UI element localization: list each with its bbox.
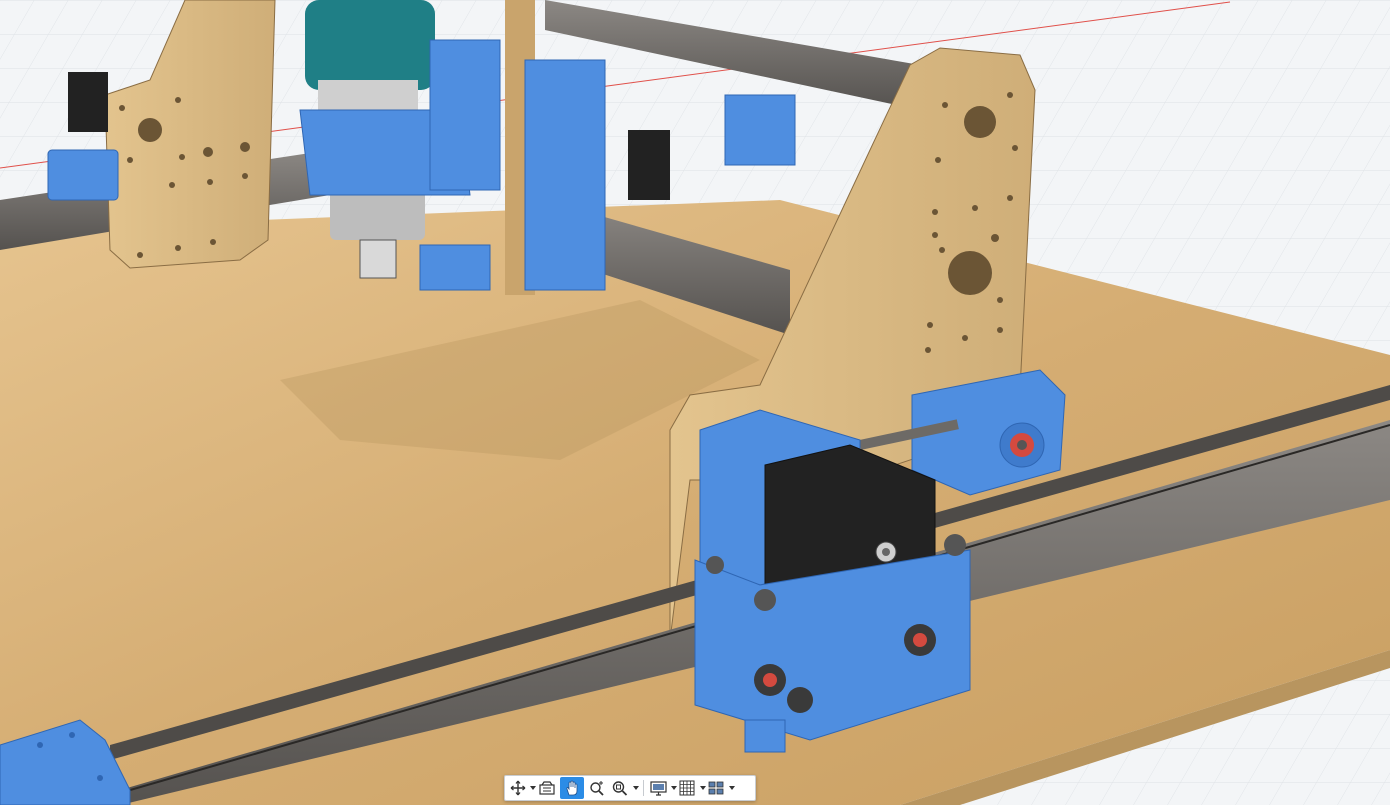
orbit-icon bbox=[510, 780, 526, 796]
grid-icon bbox=[679, 780, 695, 796]
look-at-icon bbox=[539, 781, 555, 795]
right-rear-block bbox=[724, 94, 796, 166]
zoom-icon bbox=[590, 781, 604, 796]
spindle-nut bbox=[359, 239, 397, 279]
z-bottom-block bbox=[419, 244, 491, 291]
fit-button[interactable] bbox=[610, 777, 630, 799]
viewports-icon bbox=[708, 781, 724, 795]
z-carriage-blue bbox=[429, 39, 501, 191]
fit-menu-caret[interactable] bbox=[632, 777, 639, 799]
left-motor bbox=[68, 72, 108, 132]
orbit-menu-caret[interactable] bbox=[529, 777, 536, 799]
z-rail-blue bbox=[524, 59, 606, 291]
navigation-toolbar bbox=[504, 775, 756, 801]
carriage-foot bbox=[744, 719, 786, 753]
plate-hole bbox=[138, 118, 162, 142]
zoom-button[interactable] bbox=[586, 777, 608, 799]
motor-shaft bbox=[882, 548, 890, 556]
3d-viewport[interactable] bbox=[0, 0, 1390, 805]
grid-snaps-menu-caret[interactable] bbox=[699, 777, 706, 799]
bearing-center bbox=[1017, 440, 1027, 450]
look-at-button[interactable] bbox=[536, 777, 558, 799]
spindle-collar bbox=[318, 80, 418, 110]
display-settings-icon bbox=[649, 780, 667, 796]
orbit-button[interactable] bbox=[509, 777, 527, 799]
spindle-lower bbox=[330, 190, 425, 240]
spindle-body bbox=[305, 0, 435, 90]
viewports-button[interactable] bbox=[706, 777, 726, 799]
z-motor bbox=[628, 130, 670, 200]
right-plate-hole-mid bbox=[948, 251, 992, 295]
viewports-menu-caret[interactable] bbox=[728, 777, 735, 799]
pan-button[interactable] bbox=[560, 777, 584, 799]
zoom-window-icon bbox=[612, 781, 628, 796]
display-settings-menu-caret[interactable] bbox=[670, 777, 677, 799]
display-settings-button[interactable] bbox=[648, 777, 668, 799]
scene-canvas[interactable] bbox=[0, 0, 1390, 805]
right-plate-hole-top bbox=[964, 106, 996, 138]
pan-hand-icon bbox=[566, 780, 578, 796]
grid-snaps-button[interactable] bbox=[677, 777, 697, 799]
left-blue-block bbox=[47, 149, 119, 201]
toolbar-separator bbox=[643, 780, 644, 796]
